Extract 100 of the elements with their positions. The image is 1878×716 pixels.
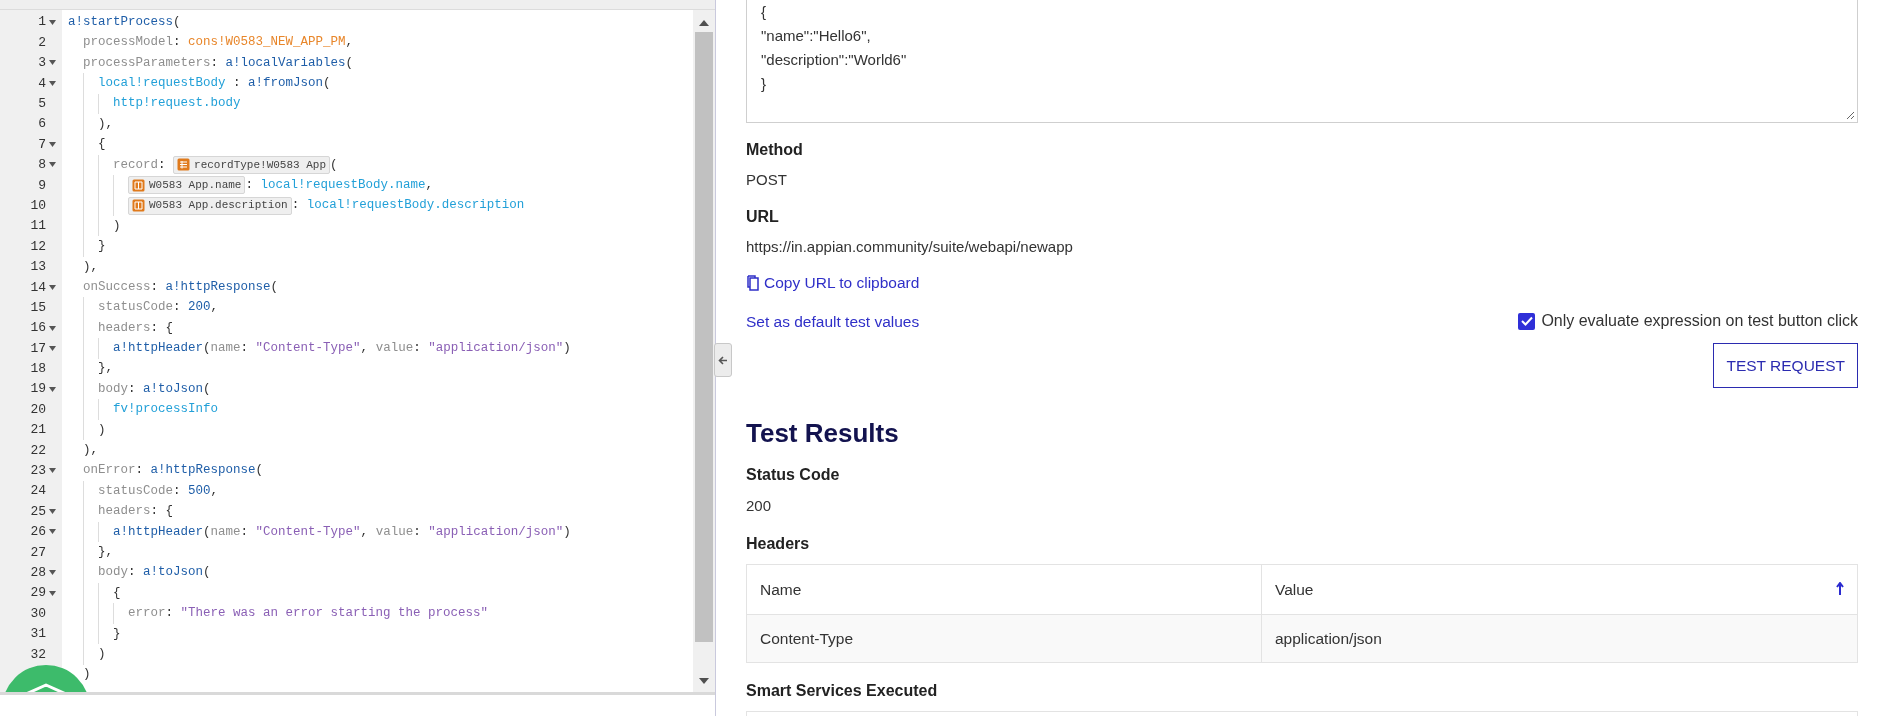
code-token: ) bbox=[97, 645, 106, 663]
line-number: 31 bbox=[30, 625, 46, 644]
code-token: statusCode bbox=[97, 482, 174, 500]
field-label: URL bbox=[746, 206, 780, 227]
code-token: local!requestBody.description bbox=[306, 197, 525, 215]
code-token: ( bbox=[270, 278, 279, 296]
columns-icon bbox=[132, 199, 145, 213]
record-chip[interactable]: W0583 App.description bbox=[128, 196, 292, 215]
line-number: 5 bbox=[38, 95, 46, 113]
code-token: : bbox=[291, 197, 301, 215]
code-token: http!request.body bbox=[112, 95, 241, 113]
fold-caret-icon[interactable] bbox=[48, 162, 56, 168]
code-token: processParameters bbox=[82, 54, 211, 72]
field-label: Method bbox=[746, 140, 804, 160]
fold-caret-icon[interactable] bbox=[48, 19, 56, 25]
line-number: 16 bbox=[30, 319, 46, 338]
line-number: 7 bbox=[38, 135, 46, 154]
fold-caret-icon[interactable] bbox=[48, 386, 56, 392]
fold-caret-icon[interactable] bbox=[48, 80, 56, 86]
code-token: : bbox=[165, 605, 175, 623]
checkbox-label: Only evaluate expression on test button click bbox=[1541, 311, 1858, 332]
code-token: "Content-Type" bbox=[255, 523, 361, 541]
code-token: } bbox=[112, 625, 121, 643]
columns-icon bbox=[132, 178, 145, 192]
line-number: 32 bbox=[30, 645, 46, 664]
line-number: 20 bbox=[30, 400, 46, 419]
line-number: 11 bbox=[30, 217, 46, 236]
code-token: a!toJson bbox=[143, 380, 204, 398]
fold-caret-icon[interactable] bbox=[48, 509, 56, 515]
body-line: "description":"World6" bbox=[761, 50, 907, 70]
copy-icon bbox=[746, 274, 760, 291]
code-token: : bbox=[413, 340, 422, 358]
code-token: : bbox=[245, 176, 254, 194]
scroll-down-icon[interactable] bbox=[699, 678, 709, 684]
code-token: a!toJson bbox=[143, 564, 204, 582]
fold-caret-icon[interactable] bbox=[48, 345, 56, 351]
scrollbar[interactable] bbox=[693, 10, 715, 692]
code-token: value bbox=[375, 340, 414, 358]
sort-arrow-icon[interactable] bbox=[1836, 582, 1844, 597]
code-token: : bbox=[173, 482, 182, 500]
default-values-link[interactable]: Set as default test values bbox=[746, 309, 920, 333]
fold-caret-icon[interactable] bbox=[48, 570, 56, 576]
field-label: Status Code bbox=[746, 465, 841, 486]
code-token: name bbox=[210, 523, 241, 541]
code-token: headers bbox=[97, 503, 151, 521]
code-token: ( bbox=[203, 340, 211, 358]
column-header[interactable]: Name bbox=[747, 564, 1262, 614]
code-token: a!startProcess bbox=[68, 13, 174, 31]
code-token: ), bbox=[82, 442, 98, 459]
fold-caret-icon[interactable] bbox=[48, 529, 56, 535]
record-chip[interactable]: W0583 App.name bbox=[128, 176, 246, 195]
code-token: ( bbox=[345, 54, 354, 72]
code-token: body bbox=[97, 380, 128, 398]
record-chip[interactable]: recordType!W0583 App bbox=[173, 155, 331, 174]
code-token: local!requestBody bbox=[97, 75, 226, 92]
copy-url-link[interactable]: Copy URL to clipboard bbox=[746, 271, 920, 295]
code-token: { bbox=[97, 136, 106, 154]
code-token: ( bbox=[323, 75, 331, 92]
code-token: ), bbox=[82, 258, 98, 276]
fold-caret-icon[interactable] bbox=[48, 142, 56, 148]
column-header[interactable]: Value bbox=[1262, 564, 1857, 614]
collapse-button[interactable] bbox=[714, 343, 732, 377]
line-number: 22 bbox=[30, 441, 46, 460]
code-token: }, bbox=[97, 360, 113, 378]
code-token: ( bbox=[255, 462, 264, 480]
line-number: 1 bbox=[38, 13, 46, 32]
request-body-field[interactable]: { "name":"Hello6", "description":"World6" } bbox=[746, 0, 1858, 123]
code-token: onSuccess bbox=[82, 278, 151, 296]
resize-handle-icon[interactable] bbox=[1845, 110, 1855, 120]
fold-caret-icon[interactable] bbox=[48, 468, 56, 474]
fold-caret-icon[interactable] bbox=[48, 590, 56, 596]
code-token: ) bbox=[82, 666, 91, 684]
scroll-up-icon[interactable] bbox=[699, 20, 709, 26]
code-token: : bbox=[210, 54, 220, 72]
code-token: name bbox=[210, 340, 241, 358]
code-token: 200 bbox=[188, 299, 211, 317]
code-token: value bbox=[375, 523, 414, 541]
checkbox[interactable] bbox=[1518, 312, 1536, 330]
fold-caret-icon[interactable] bbox=[48, 60, 56, 66]
fold-caret-icon[interactable] bbox=[48, 284, 56, 290]
code-token: a!localVariables bbox=[225, 54, 346, 72]
table-cell-text: application/json bbox=[1274, 628, 1383, 649]
code-token: , bbox=[425, 176, 433, 194]
code-token: "application/json" bbox=[428, 340, 564, 358]
body-line: { bbox=[761, 2, 766, 22]
line-number: 29 bbox=[30, 584, 46, 603]
code-token: : bbox=[413, 523, 422, 541]
code-token: , bbox=[210, 299, 219, 317]
code-token: : bbox=[173, 34, 182, 52]
fold-caret-icon[interactable] bbox=[48, 325, 56, 331]
code-token: a!fromJson bbox=[248, 75, 324, 92]
arrow-left-icon bbox=[718, 355, 728, 365]
check-icon bbox=[1520, 316, 1533, 327]
test-request-button[interactable]: TEST REQUEST bbox=[1713, 343, 1858, 389]
code-token: "application/json" bbox=[428, 523, 564, 541]
code-token: : bbox=[135, 462, 145, 480]
code-token: : bbox=[240, 340, 250, 358]
line-number: 9 bbox=[38, 176, 46, 195]
body-line: } bbox=[761, 74, 766, 94]
code-token: processModel bbox=[82, 34, 174, 52]
